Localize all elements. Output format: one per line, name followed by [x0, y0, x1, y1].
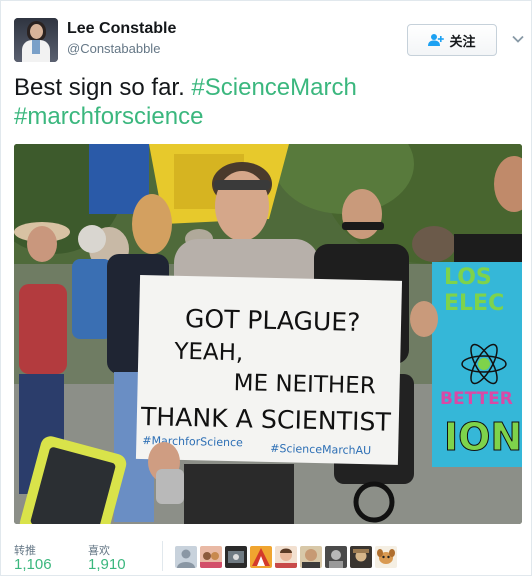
side-sign-line-4: ION [444, 415, 522, 459]
sign-line-3: ME NEITHER [233, 370, 376, 399]
likes-count[interactable]: 1,910 [88, 556, 126, 573]
tweet-card: Lee Constable @Constababble 关注 Best sign… [0, 0, 532, 576]
liker-avatar[interactable] [175, 546, 197, 568]
photo-side-sign: LOS ELEC BETTER ION [432, 262, 522, 467]
sign-line-4: THANK A SCIENTIST [140, 402, 392, 437]
photo-scene: GOT PLAGUE? YEAH, ME NEITHER THANK A SCI… [14, 144, 522, 524]
liker-avatar[interactable] [200, 546, 222, 568]
tweet-photo[interactable]: GOT PLAGUE? YEAH, ME NEITHER THANK A SCI… [14, 144, 522, 524]
tweet-text-body: Best sign so far. [14, 74, 192, 101]
follow-button-label: 关注 [449, 33, 476, 49]
sign-tag-2: #ScienceMarchAU [270, 442, 371, 457]
side-sign-line-1: LOS [444, 265, 492, 290]
liker-avatar[interactable] [300, 546, 322, 568]
chevron-down-icon[interactable] [511, 32, 525, 46]
retweets-count[interactable]: 1,106 [14, 556, 52, 573]
user-name[interactable]: Lee Constable [67, 20, 176, 38]
hashtag-link[interactable]: #ScienceMarch [191, 74, 356, 101]
user-handle[interactable]: @Constababble [67, 41, 160, 56]
sign-line-2: YEAH, [173, 339, 243, 367]
liker-avatar[interactable] [325, 546, 347, 568]
side-sign-line-3: BETTER [440, 389, 513, 409]
side-sign-line-2: ELEC [444, 291, 504, 316]
liker-avatar[interactable] [250, 546, 272, 568]
liker-avatar[interactable] [275, 546, 297, 568]
liker-avatar[interactable] [350, 546, 372, 568]
add-user-icon [428, 34, 445, 46]
liker-avatar[interactable] [375, 546, 397, 568]
hashtag-link[interactable]: #marchforscience [14, 103, 203, 130]
tweet-text: Best sign so far. #ScienceMarch #marchfo… [14, 73, 514, 131]
avatar[interactable] [14, 18, 58, 62]
follow-button[interactable]: 关注 [407, 24, 497, 56]
sign-line-1: GOT PLAGUE? [185, 304, 361, 337]
liker-avatar[interactable] [225, 546, 247, 568]
photo-main-sign: GOT PLAGUE? YEAH, ME NEITHER THANK A SCI… [135, 274, 403, 465]
liker-avatars [175, 546, 397, 568]
stats-divider [162, 541, 163, 571]
